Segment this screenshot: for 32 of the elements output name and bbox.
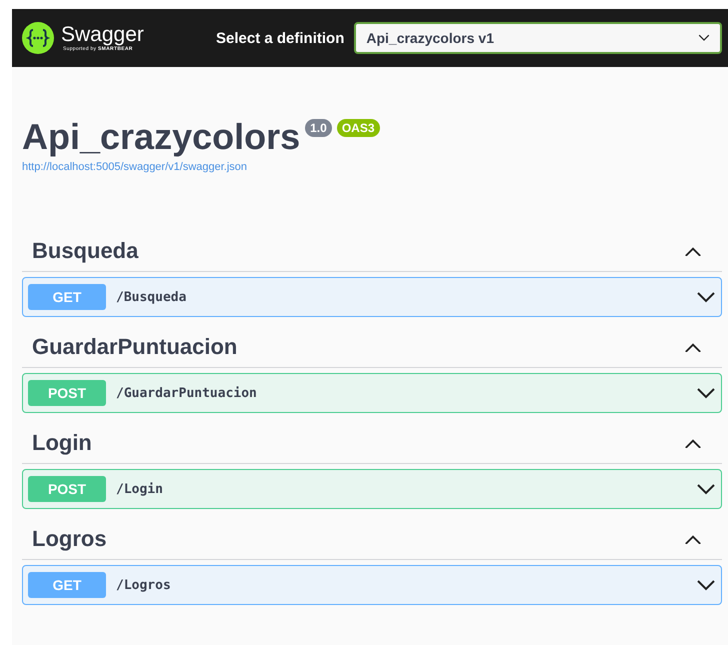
logo-icon bbox=[21, 21, 55, 55]
oas-badge: OAS3 bbox=[336, 119, 380, 137]
operation-row[interactable]: POST /Login bbox=[22, 469, 722, 509]
tag-header[interactable]: Login bbox=[22, 423, 722, 464]
logo-name: Swagger bbox=[61, 24, 144, 46]
tag-header[interactable]: Logros bbox=[22, 519, 722, 560]
tag-header[interactable]: Busqueda bbox=[22, 231, 722, 272]
expand-icon[interactable] bbox=[696, 291, 716, 303]
operation-path: /Logros bbox=[116, 578, 172, 592]
collapse-icon[interactable] bbox=[684, 438, 702, 448]
tag-header[interactable]: GuardarPuntuacion bbox=[22, 327, 722, 368]
api-title: Api_crazycolors bbox=[22, 117, 300, 157]
caret-icon[interactable] bbox=[698, 34, 710, 42]
operation-row[interactable]: GET /Busqueda bbox=[22, 277, 722, 317]
collapse-icon[interactable] bbox=[684, 342, 702, 352]
collapse-icon[interactable] bbox=[684, 534, 702, 544]
expand-icon[interactable] bbox=[696, 579, 716, 591]
operation-row[interactable]: GET /Logros bbox=[22, 565, 722, 605]
version-badge: 1.0 bbox=[305, 119, 332, 137]
operation-path: /Login bbox=[116, 482, 164, 496]
definition-label: Select a definition bbox=[216, 30, 344, 46]
method-badge: GET bbox=[28, 572, 106, 598]
definition-select[interactable]: Api_crazycolors v1 bbox=[354, 22, 722, 54]
expand-icon[interactable] bbox=[696, 483, 716, 495]
operation-path: /GuardarPuntuacion bbox=[116, 386, 258, 400]
operation-path: /Busqueda bbox=[116, 290, 188, 304]
expand-icon[interactable] bbox=[696, 387, 716, 399]
method-badge: GET bbox=[28, 284, 106, 310]
method-badge: POST bbox=[28, 380, 106, 406]
operation-row[interactable]: POST /GuardarPuntuacion bbox=[22, 373, 722, 413]
method-badge: POST bbox=[28, 476, 106, 502]
collapse-icon[interactable] bbox=[684, 246, 702, 256]
